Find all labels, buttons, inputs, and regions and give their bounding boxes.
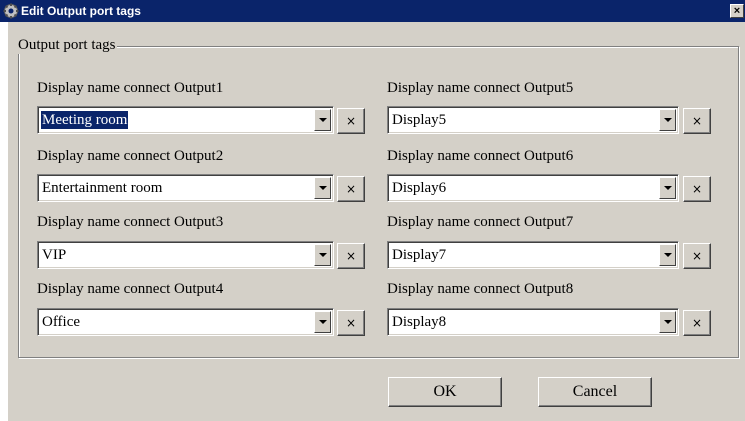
- close-icon: ×: [345, 316, 357, 330]
- close-icon: ×: [691, 182, 703, 196]
- output8-value: Display8: [392, 314, 447, 330]
- output8-combobox[interactable]: Display8: [387, 308, 679, 336]
- output5-combobox[interactable]: Display5: [387, 106, 679, 134]
- label-output3: Display name connect Output3: [37, 214, 224, 230]
- chevron-down-icon[interactable]: [659, 311, 676, 333]
- close-icon: ×: [345, 114, 357, 128]
- window-title: Edit Output port tags: [21, 4, 141, 18]
- clear-output3-button[interactable]: ×: [337, 243, 365, 269]
- clear-output8-button[interactable]: ×: [683, 310, 711, 336]
- clear-output4-button[interactable]: ×: [337, 310, 365, 336]
- close-icon: ×: [345, 182, 357, 196]
- output2-combobox[interactable]: Entertainment room: [37, 174, 334, 202]
- close-icon: ×: [691, 316, 703, 330]
- output6-value: Display6: [392, 180, 447, 196]
- label-output1: Display name connect Output1: [37, 80, 224, 96]
- chevron-down-icon[interactable]: [314, 311, 331, 333]
- label-output7: Display name connect Output7: [387, 214, 574, 230]
- output5-value: Display5: [392, 112, 447, 128]
- output7-value: Display7: [392, 247, 447, 263]
- close-icon: ×: [345, 249, 357, 263]
- clear-output6-button[interactable]: ×: [683, 176, 711, 202]
- output1-combobox[interactable]: Meeting room: [37, 106, 334, 134]
- title-bar[interactable]: Edit Output port tags ×: [0, 0, 745, 22]
- close-button[interactable]: ×: [730, 4, 744, 18]
- chevron-down-icon[interactable]: [314, 109, 331, 131]
- label-output5: Display name connect Output5: [387, 80, 574, 96]
- chevron-down-icon[interactable]: [314, 244, 331, 266]
- chevron-down-icon[interactable]: [659, 177, 676, 199]
- label-output8: Display name connect Output8: [387, 281, 574, 297]
- close-icon: ×: [691, 249, 703, 263]
- output1-value: Meeting room: [41, 111, 129, 129]
- clear-output5-button[interactable]: ×: [683, 108, 711, 134]
- chevron-down-icon[interactable]: [659, 244, 676, 266]
- clear-output1-button[interactable]: ×: [337, 108, 365, 134]
- label-output6: Display name connect Output6: [387, 148, 574, 164]
- label-output2: Display name connect Output2: [37, 148, 224, 164]
- label-output4: Display name connect Output4: [37, 281, 224, 297]
- output4-value: Office: [42, 314, 81, 330]
- clear-output7-button[interactable]: ×: [683, 243, 711, 269]
- cancel-button[interactable]: Cancel: [538, 377, 652, 407]
- output4-combobox[interactable]: Office: [37, 308, 334, 336]
- dialog-client-area: Output port tags Display name connect Ou…: [8, 22, 745, 421]
- close-icon: ×: [691, 114, 703, 128]
- dialog-window: Edit Output port tags × Output port tags…: [0, 0, 745, 421]
- output6-combobox[interactable]: Display6: [387, 174, 679, 202]
- output7-combobox[interactable]: Display7: [387, 241, 679, 269]
- group-legend: Output port tags: [17, 37, 117, 54]
- ok-button[interactable]: OK: [388, 377, 502, 407]
- clear-output2-button[interactable]: ×: [337, 176, 365, 202]
- close-icon: ×: [733, 5, 741, 17]
- output2-value: Entertainment room: [42, 180, 163, 196]
- gear-icon: [3, 3, 19, 19]
- chevron-down-icon[interactable]: [659, 109, 676, 131]
- output3-combobox[interactable]: VIP: [37, 241, 334, 269]
- output3-value: VIP: [42, 247, 67, 263]
- chevron-down-icon[interactable]: [314, 177, 331, 199]
